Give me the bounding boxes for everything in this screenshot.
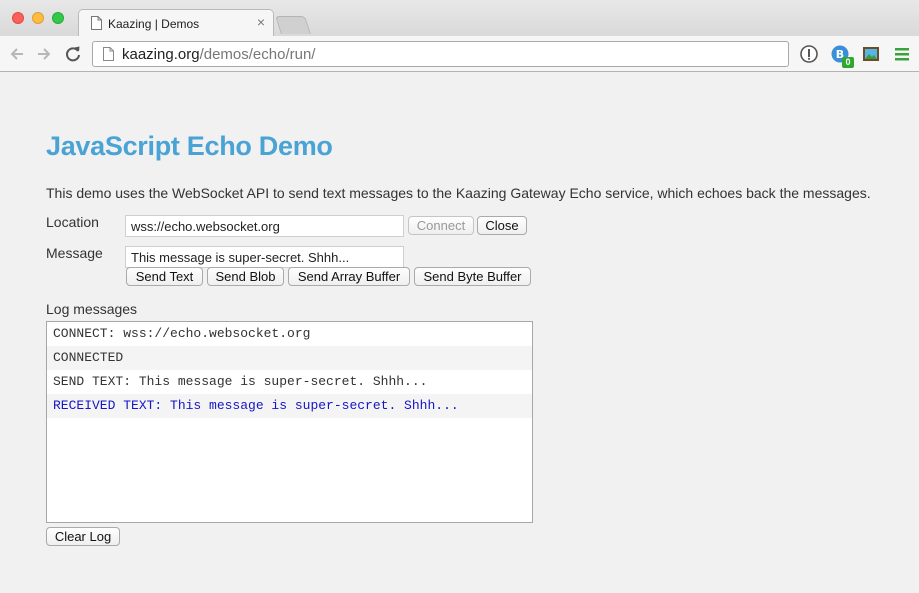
log-line-received: RECEIVED TEXT: This message is super-sec… (47, 394, 532, 418)
log-messages-box[interactable]: CONNECT: wss://echo.websocket.org CONNEC… (46, 321, 533, 523)
close-button[interactable]: Close (477, 216, 527, 235)
url-text: kaazing.org/demos/echo/run/ (122, 46, 315, 63)
clear-log-button[interactable]: Clear Log (46, 527, 120, 546)
url-path: /demos/echo/run/ (199, 46, 316, 63)
page-icon (103, 47, 114, 61)
extension-badge: 0 (842, 57, 854, 68)
info-icon[interactable] (799, 44, 819, 64)
page-icon (91, 16, 102, 30)
location-input[interactable] (125, 215, 404, 237)
log-line: CONNECTED (47, 346, 532, 370)
close-window-button[interactable] (12, 12, 24, 24)
menu-icon[interactable] (892, 44, 912, 64)
send-array-buffer-button[interactable]: Send Array Buffer (288, 267, 410, 286)
new-tab-button[interactable] (275, 16, 311, 34)
intro-text: This demo uses the WebSocket API to send… (46, 185, 871, 201)
page-content: JavaScript Echo Demo This demo uses the … (0, 73, 919, 593)
connect-button[interactable]: Connect (408, 216, 474, 235)
address-bar[interactable]: kaazing.org/demos/echo/run/ (92, 41, 789, 67)
browser-tab[interactable]: Kaazing | Demos × (78, 9, 274, 37)
send-text-button[interactable]: Send Text (126, 267, 203, 286)
tab-title: Kaazing | Demos (108, 17, 200, 31)
message-input[interactable] (125, 246, 404, 268)
location-label: Location (46, 214, 99, 230)
zoom-window-button[interactable] (52, 12, 64, 24)
log-line: SEND TEXT: This message is super-secret.… (53, 374, 428, 389)
minimize-window-button[interactable] (32, 12, 44, 24)
tab-close-icon[interactable]: × (257, 15, 265, 29)
page-title: JavaScript Echo Demo (46, 131, 333, 161)
browser-toolbar: kaazing.org/demos/echo/run/ B 0 (0, 36, 919, 72)
log-messages-label: Log messages (46, 301, 138, 317)
reload-icon[interactable] (62, 43, 84, 65)
log-line: CONNECT: wss://echo.websocket.org (53, 326, 311, 341)
send-byte-buffer-button[interactable]: Send Byte Buffer (414, 267, 531, 286)
forward-arrow-icon[interactable] (33, 43, 55, 65)
message-label: Message (46, 245, 103, 261)
back-arrow-icon[interactable] (6, 43, 28, 65)
url-host: kaazing.org (122, 46, 200, 63)
screenshot-icon[interactable] (861, 44, 881, 64)
send-blob-button[interactable]: Send Blob (207, 267, 284, 286)
title-bar: Kaazing | Demos × (0, 0, 919, 37)
